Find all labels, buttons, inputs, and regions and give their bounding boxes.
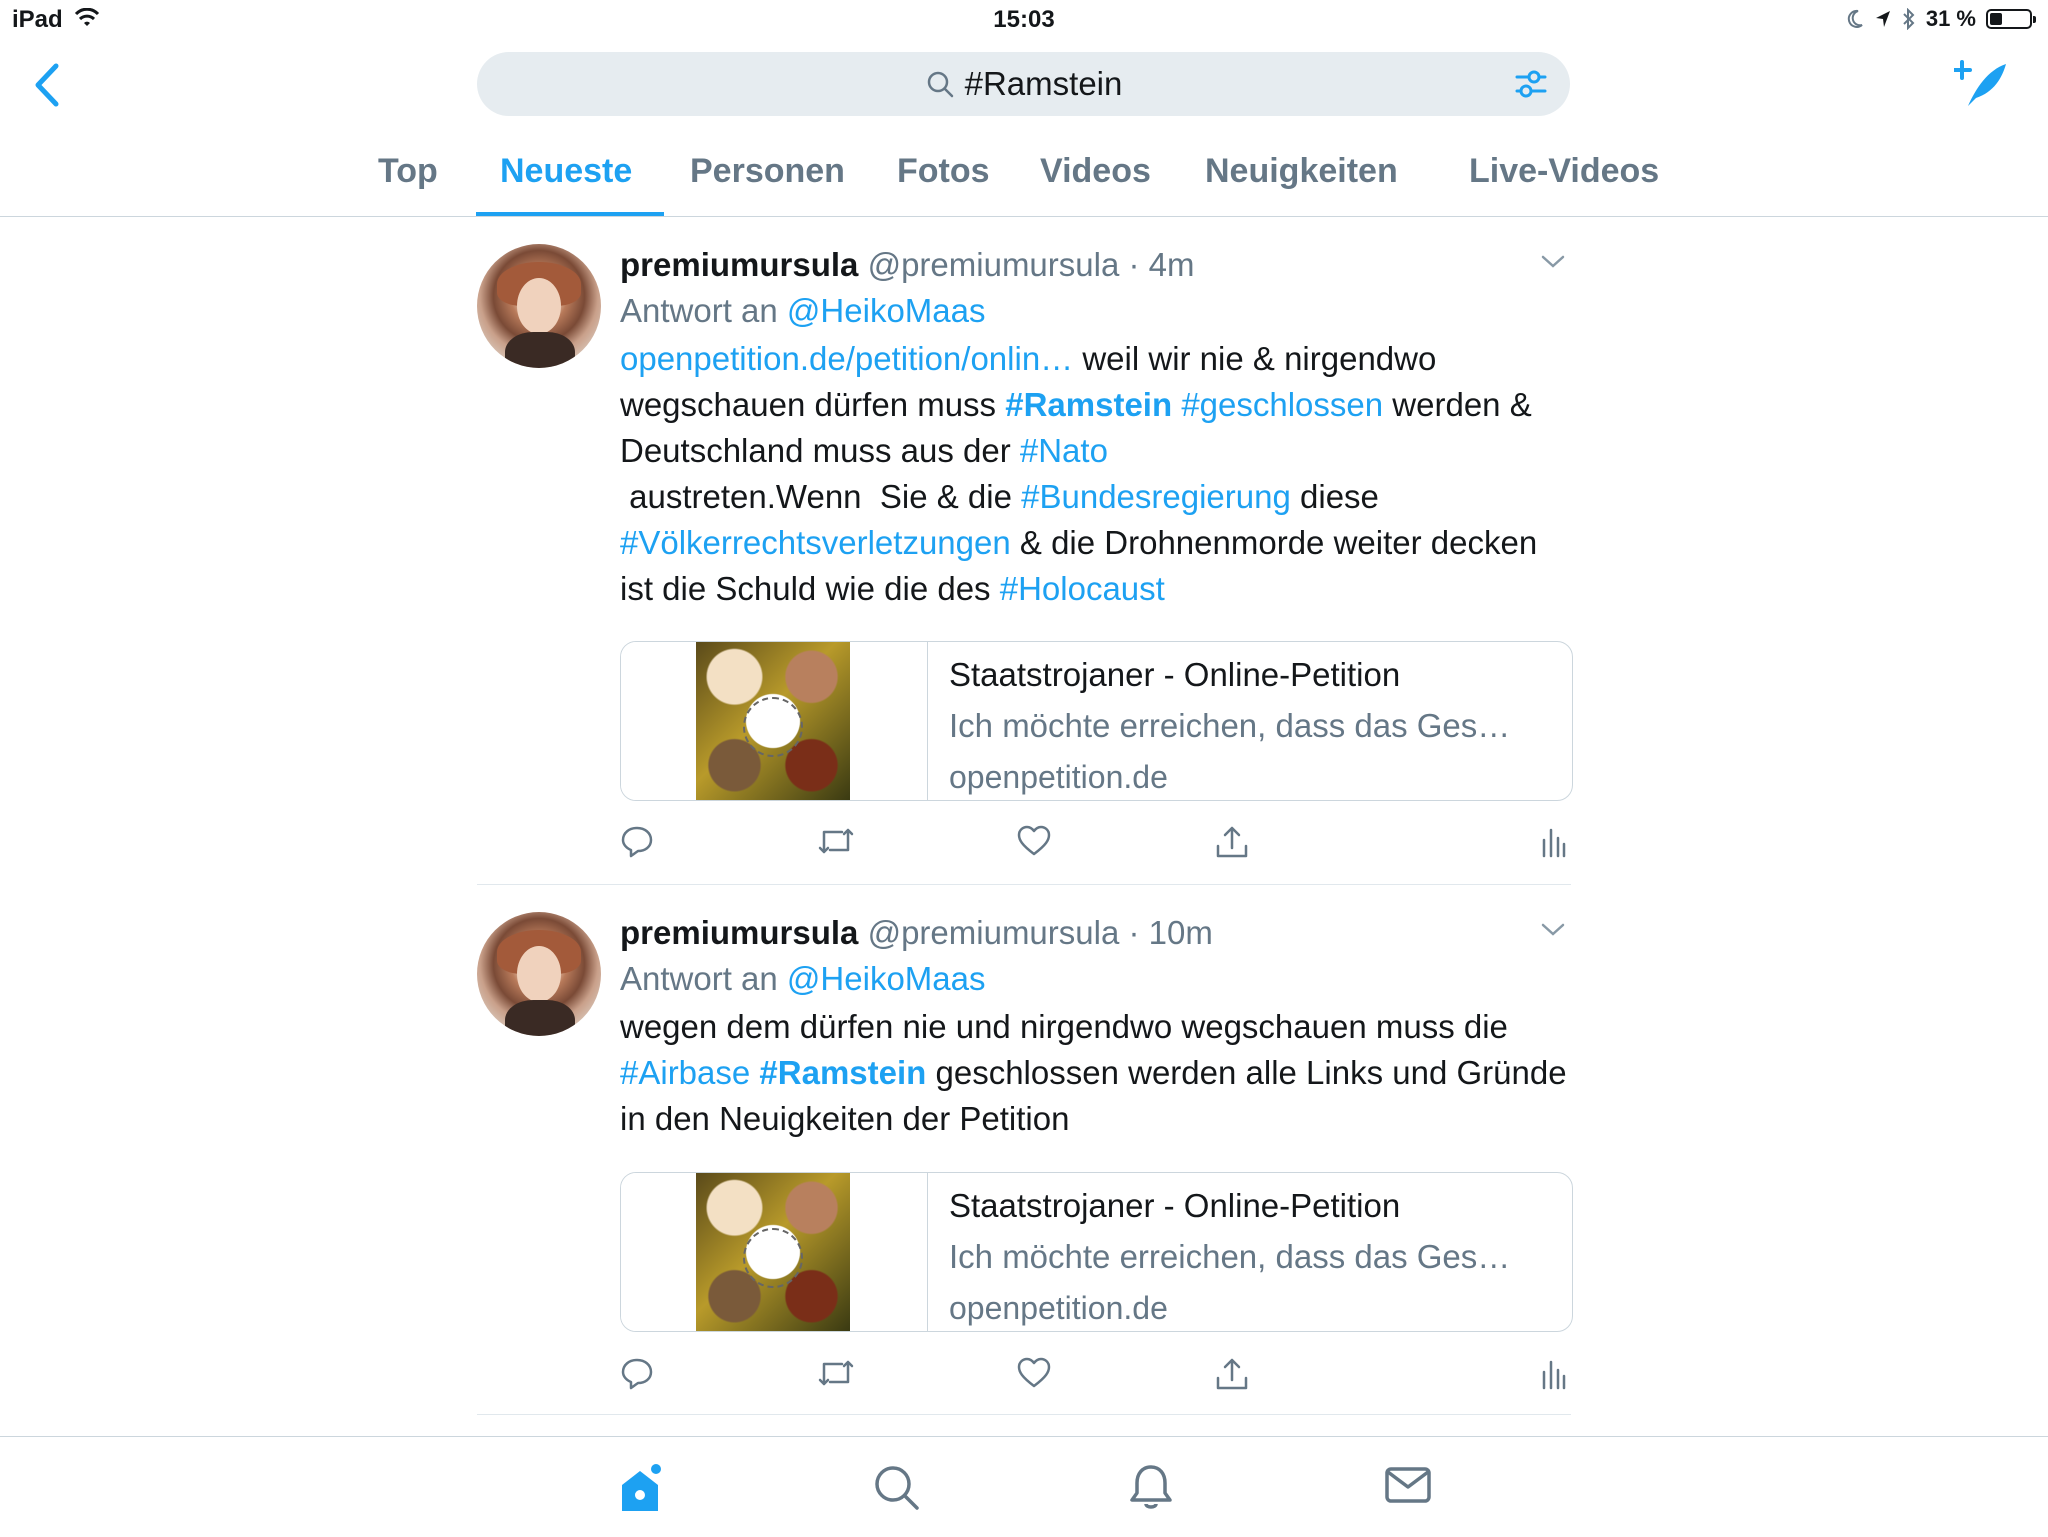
tweet-text: openpetition.de/petition/onlin… weil wir…: [620, 336, 1571, 612]
battery-level: [1990, 13, 2002, 25]
reply-mention[interactable]: @HeikoMaas: [787, 292, 986, 329]
tweet-time: 10m: [1148, 914, 1213, 951]
user-handle: @premiumursula: [867, 914, 1120, 951]
avatar[interactable]: [477, 912, 601, 1036]
status-right: 31 %: [1846, 6, 2036, 32]
display-name[interactable]: premiumursula: [620, 914, 858, 951]
search-query[interactable]: #Ramstein: [965, 65, 1123, 103]
compose-feather-icon[interactable]: [1954, 58, 2008, 110]
hashtag-holocaust[interactable]: #Holocaust: [1000, 570, 1165, 607]
hashtag-nato[interactable]: #Nato: [1020, 432, 1108, 469]
card-description: Ich möchte erreichen, dass das Ges…: [949, 707, 1511, 744]
status-bar: iPad 15:03 31 %: [0, 0, 2048, 42]
tab-top[interactable]: Top: [378, 152, 438, 191]
tweet-content: premiumursula @premiumursula · 10m Antwo…: [620, 912, 1571, 1142]
battery-icon: [1986, 9, 2036, 29]
tab-live-videos[interactable]: Live-Videos: [1469, 152, 1659, 191]
analytics-bars-icon[interactable]: [1540, 1356, 1566, 1390]
reply-prefix: Antwort an: [620, 292, 778, 329]
text-segment: wegen dem dürfen nie und nirgendwo wegsc…: [620, 1008, 1508, 1045]
card-body: Staatstrojaner - Online-Petition Ich möc…: [949, 1181, 1552, 1331]
card-domain: openpetition.de: [949, 1290, 1168, 1326]
tweet-time: 4m: [1148, 246, 1195, 283]
user-handle: @premiumursula: [867, 246, 1120, 283]
avatar-body: [505, 1000, 575, 1036]
avatar-face: [517, 946, 561, 1002]
tweet-header: premiumursula @premiumursula · 10m: [620, 912, 1571, 954]
tweet[interactable]: premiumursula @premiumursula · 4m Antwor…: [477, 244, 1573, 885]
search-bar[interactable]: #Ramstein: [477, 52, 1570, 116]
share-icon[interactable]: [1214, 1356, 1250, 1392]
bottom-navigation: [0, 1436, 2048, 1537]
location-arrow-icon: [1875, 11, 1890, 27]
hashtag-geschlossen[interactable]: #geschlossen: [1181, 386, 1383, 423]
active-tab-indicator: [476, 212, 664, 216]
card-body: Staatstrojaner - Online-Petition Ich möc…: [949, 650, 1552, 800]
reply-bubble-icon[interactable]: [620, 824, 654, 858]
reply-prefix: Antwort an: [620, 960, 778, 997]
home-icon[interactable]: [616, 1463, 666, 1515]
tweet-content: premiumursula @premiumursula · 4m Antwor…: [620, 244, 1571, 612]
text-segment: austreten.Wenn Sie & die: [620, 478, 1022, 515]
hashtag-voelkerrechtsverletzungen[interactable]: #Völkerrechtsverletzungen: [620, 524, 1011, 561]
search-icon: [927, 71, 953, 98]
battery-percent: 31 %: [1925, 6, 1976, 31]
tweet-actions: [620, 1356, 1571, 1396]
card-picture-swirl: [743, 1228, 803, 1288]
tab-personen[interactable]: Personen: [690, 152, 845, 191]
tweet-actions: [620, 824, 1571, 864]
chevron-down-icon[interactable]: [1541, 254, 1565, 270]
clock: 15:03: [993, 6, 1055, 33]
retweet-icon[interactable]: [816, 1356, 856, 1390]
share-icon[interactable]: [1214, 824, 1250, 860]
hashtag-ramstein[interactable]: #Ramstein: [1005, 386, 1172, 423]
analytics-bars-icon[interactable]: [1540, 824, 1566, 858]
tab-fotos[interactable]: Fotos: [897, 152, 990, 191]
bluetooth-icon: [1903, 8, 1915, 30]
link-card[interactable]: Staatstrojaner - Online-Petition Ich möc…: [620, 641, 1573, 801]
filter-sliders-icon[interactable]: [1514, 68, 1548, 100]
tweet[interactable]: premiumursula @premiumursula · 10m Antwo…: [477, 912, 1573, 1415]
avatar-body: [505, 332, 575, 368]
moon-icon: [1847, 9, 1863, 28]
card-domain: openpetition.de: [949, 759, 1168, 795]
display-name[interactable]: premiumursula: [620, 246, 858, 283]
search-query-wrap: #Ramstein: [925, 65, 1123, 103]
heart-icon[interactable]: [1016, 824, 1052, 858]
separator: ·: [1128, 246, 1140, 283]
reply-line: Antwort an @HeikoMaas: [620, 954, 1571, 1004]
card-title: Staatstrojaner - Online-Petition: [949, 656, 1401, 693]
explore-search-icon[interactable]: [872, 1463, 920, 1511]
hashtag-airbase[interactable]: #Airbase: [620, 1054, 750, 1091]
card-picture-swirl: [743, 697, 803, 757]
reply-line: Antwort an @HeikoMaas: [620, 286, 1571, 336]
search-tabs: Top Neueste Personen Fotos Videos Neuigk…: [0, 140, 2048, 217]
hashtag-bundesregierung[interactable]: #Bundesregierung: [1021, 478, 1291, 515]
bell-icon[interactable]: [1128, 1463, 1174, 1511]
reply-mention[interactable]: @HeikoMaas: [787, 960, 986, 997]
avatar[interactable]: [477, 244, 601, 368]
card-image: [621, 1173, 928, 1331]
avatar-face: [517, 278, 561, 334]
tab-videos[interactable]: Videos: [1040, 152, 1151, 191]
reply-bubble-icon[interactable]: [620, 1356, 654, 1390]
card-image: [621, 642, 928, 800]
card-description: Ich möchte erreichen, dass das Ges…: [949, 1238, 1511, 1275]
back-chevron-icon[interactable]: [28, 60, 68, 110]
tweet-link[interactable]: openpetition.de/petition/onlin…: [620, 340, 1073, 377]
retweet-icon[interactable]: [816, 824, 856, 858]
tab-neuigkeiten[interactable]: Neuigkeiten: [1205, 152, 1398, 191]
envelope-icon[interactable]: [1384, 1463, 1432, 1507]
tweet-text: wegen dem dürfen nie und nirgendwo wegsc…: [620, 1004, 1571, 1142]
link-card[interactable]: Staatstrojaner - Online-Petition Ich möc…: [620, 1172, 1573, 1332]
tab-neueste[interactable]: Neueste: [500, 152, 632, 191]
chevron-down-icon[interactable]: [1541, 922, 1565, 938]
heart-icon[interactable]: [1016, 1356, 1052, 1390]
separator: ·: [1128, 914, 1140, 951]
tweet-header: premiumursula @premiumursula · 4m: [620, 244, 1571, 286]
hashtag-ramstein[interactable]: #Ramstein: [759, 1054, 926, 1091]
text-segment: diese: [1290, 478, 1379, 515]
card-title: Staatstrojaner - Online-Petition: [949, 1187, 1401, 1224]
text-space: [1172, 386, 1181, 423]
